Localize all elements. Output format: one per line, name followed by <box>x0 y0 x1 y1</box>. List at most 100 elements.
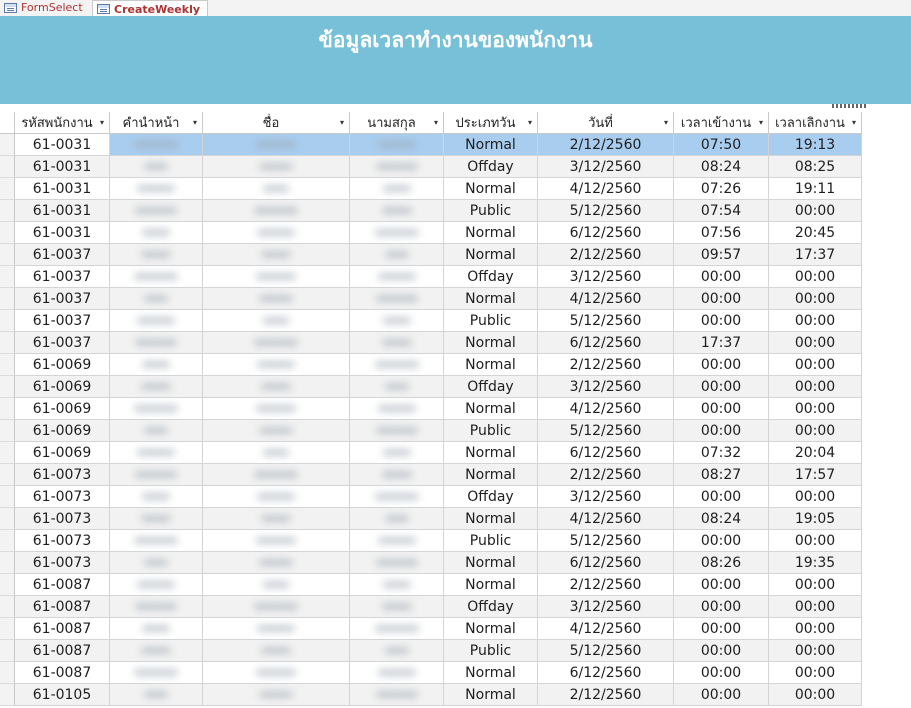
cell-first-name[interactable] <box>203 266 350 288</box>
cell-last-name[interactable] <box>350 376 444 398</box>
cell-first-name[interactable] <box>203 134 350 156</box>
cell-date[interactable]: 4/12/2560 <box>538 398 674 420</box>
cell-date[interactable]: 3/12/2560 <box>538 376 674 398</box>
cell-day-type[interactable]: Normal <box>444 332 538 354</box>
cell-last-name[interactable] <box>350 442 444 464</box>
cell-time-out[interactable]: 00:00 <box>769 398 862 420</box>
table-row[interactable]: 61-0069 Public 5/12/2560 00:00 00:00 <box>0 420 862 442</box>
cell-last-name[interactable] <box>350 596 444 618</box>
cell-time-in[interactable]: 08:24 <box>674 508 769 530</box>
cell-time-in[interactable]: 00:00 <box>674 530 769 552</box>
cell-date[interactable]: 5/12/2560 <box>538 200 674 222</box>
row-selector[interactable] <box>0 288 15 310</box>
cell-time-out[interactable]: 19:11 <box>769 178 862 200</box>
row-selector[interactable] <box>0 156 15 178</box>
row-selector[interactable] <box>0 420 15 442</box>
table-row[interactable]: 61-0087 Normal 2/12/2560 00:00 00:00 <box>0 574 862 596</box>
cell-time-in[interactable]: 00:00 <box>674 574 769 596</box>
cell-date[interactable]: 6/12/2560 <box>538 552 674 574</box>
header-col-last-name[interactable]: นามสกุล ▾ <box>350 112 444 133</box>
cell-first-name[interactable] <box>203 310 350 332</box>
cell-day-type[interactable]: Normal <box>444 464 538 486</box>
cell-time-in[interactable]: 17:37 <box>674 332 769 354</box>
cell-time-out[interactable]: 00:00 <box>769 288 862 310</box>
select-all-corner[interactable] <box>0 112 15 133</box>
row-selector[interactable] <box>0 332 15 354</box>
cell-time-in[interactable]: 00:00 <box>674 662 769 684</box>
filter-dropdown-icon[interactable]: ▾ <box>340 118 344 127</box>
cell-prefix[interactable] <box>110 178 203 200</box>
cell-time-in[interactable]: 00:00 <box>674 684 769 706</box>
cell-first-name[interactable] <box>203 178 350 200</box>
cell-day-type[interactable]: Public <box>444 640 538 662</box>
filter-dropdown-icon[interactable]: ▾ <box>434 118 438 127</box>
table-row[interactable]: 61-0031 Normal 4/12/2560 07:26 19:11 <box>0 178 862 200</box>
cell-employee-id[interactable]: 61-0073 <box>15 530 110 552</box>
row-selector[interactable] <box>0 640 15 662</box>
row-selector[interactable] <box>0 662 15 684</box>
cell-first-name[interactable] <box>203 156 350 178</box>
cell-time-out[interactable]: 00:00 <box>769 332 862 354</box>
table-row[interactable]: 61-0073 Offday 3/12/2560 00:00 00:00 <box>0 486 862 508</box>
filter-dropdown-icon[interactable]: ▾ <box>759 118 763 127</box>
tab-createweekly[interactable]: CreateWeekly <box>92 0 208 17</box>
cell-time-in[interactable]: 00:00 <box>674 486 769 508</box>
cell-time-out[interactable]: 08:25 <box>769 156 862 178</box>
cell-first-name[interactable] <box>203 530 350 552</box>
row-selector[interactable] <box>0 178 15 200</box>
cell-day-type[interactable]: Offday <box>444 376 538 398</box>
cell-time-in[interactable]: 00:00 <box>674 376 769 398</box>
cell-time-out[interactable]: 20:04 <box>769 442 862 464</box>
cell-last-name[interactable] <box>350 486 444 508</box>
cell-date[interactable]: 5/12/2560 <box>538 530 674 552</box>
cell-date[interactable]: 2/12/2560 <box>538 354 674 376</box>
cell-employee-id[interactable]: 61-0087 <box>15 596 110 618</box>
row-selector[interactable] <box>0 684 15 706</box>
cell-employee-id[interactable]: 61-0073 <box>15 552 110 574</box>
cell-last-name[interactable] <box>350 222 444 244</box>
cell-prefix[interactable] <box>110 530 203 552</box>
cell-first-name[interactable] <box>203 596 350 618</box>
table-row[interactable]: 61-0069 Offday 3/12/2560 00:00 00:00 <box>0 376 862 398</box>
table-row[interactable]: 61-0073 Normal 6/12/2560 08:26 19:35 <box>0 552 862 574</box>
table-row[interactable]: 61-0037 Normal 6/12/2560 17:37 00:00 <box>0 332 862 354</box>
cell-employee-id[interactable]: 61-0069 <box>15 442 110 464</box>
cell-day-type[interactable]: Normal <box>444 354 538 376</box>
cell-date[interactable]: 2/12/2560 <box>538 244 674 266</box>
row-selector[interactable] <box>0 574 15 596</box>
cell-prefix[interactable] <box>110 244 203 266</box>
cell-first-name[interactable] <box>203 640 350 662</box>
cell-last-name[interactable] <box>350 266 444 288</box>
cell-time-out[interactable]: 00:00 <box>769 618 862 640</box>
table-row[interactable]: 61-0037 Public 5/12/2560 00:00 00:00 <box>0 310 862 332</box>
cell-date[interactable]: 4/12/2560 <box>538 178 674 200</box>
row-selector[interactable] <box>0 508 15 530</box>
cell-first-name[interactable] <box>203 332 350 354</box>
table-row[interactable]: 61-0031 Public 5/12/2560 07:54 00:00 <box>0 200 862 222</box>
table-row[interactable]: 61-0037 Normal 2/12/2560 09:57 17:37 <box>0 244 862 266</box>
row-selector[interactable] <box>0 596 15 618</box>
cell-date[interactable]: 6/12/2560 <box>538 442 674 464</box>
cell-employee-id[interactable]: 61-0031 <box>15 156 110 178</box>
cell-time-out[interactable]: 00:00 <box>769 486 862 508</box>
row-selector[interactable] <box>0 486 15 508</box>
cell-last-name[interactable] <box>350 156 444 178</box>
cell-employee-id[interactable]: 61-0037 <box>15 288 110 310</box>
header-col-employee-id[interactable]: รหัสพนักงาน ▾ <box>15 112 110 133</box>
cell-date[interactable]: 3/12/2560 <box>538 596 674 618</box>
cell-time-in[interactable]: 09:57 <box>674 244 769 266</box>
cell-prefix[interactable] <box>110 662 203 684</box>
cell-prefix[interactable] <box>110 618 203 640</box>
cell-employee-id[interactable]: 61-0087 <box>15 640 110 662</box>
cell-time-out[interactable]: 20:45 <box>769 222 862 244</box>
cell-time-in[interactable]: 08:26 <box>674 552 769 574</box>
filter-dropdown-icon[interactable]: ▾ <box>528 118 532 127</box>
cell-last-name[interactable] <box>350 464 444 486</box>
cell-time-out[interactable]: 00:00 <box>769 596 862 618</box>
cell-last-name[interactable] <box>350 530 444 552</box>
table-row[interactable]: 61-0069 Normal 6/12/2560 07:32 20:04 <box>0 442 862 464</box>
cell-time-in[interactable]: 00:00 <box>674 310 769 332</box>
cell-prefix[interactable] <box>110 486 203 508</box>
cell-first-name[interactable] <box>203 508 350 530</box>
cell-time-out[interactable]: 17:37 <box>769 244 862 266</box>
